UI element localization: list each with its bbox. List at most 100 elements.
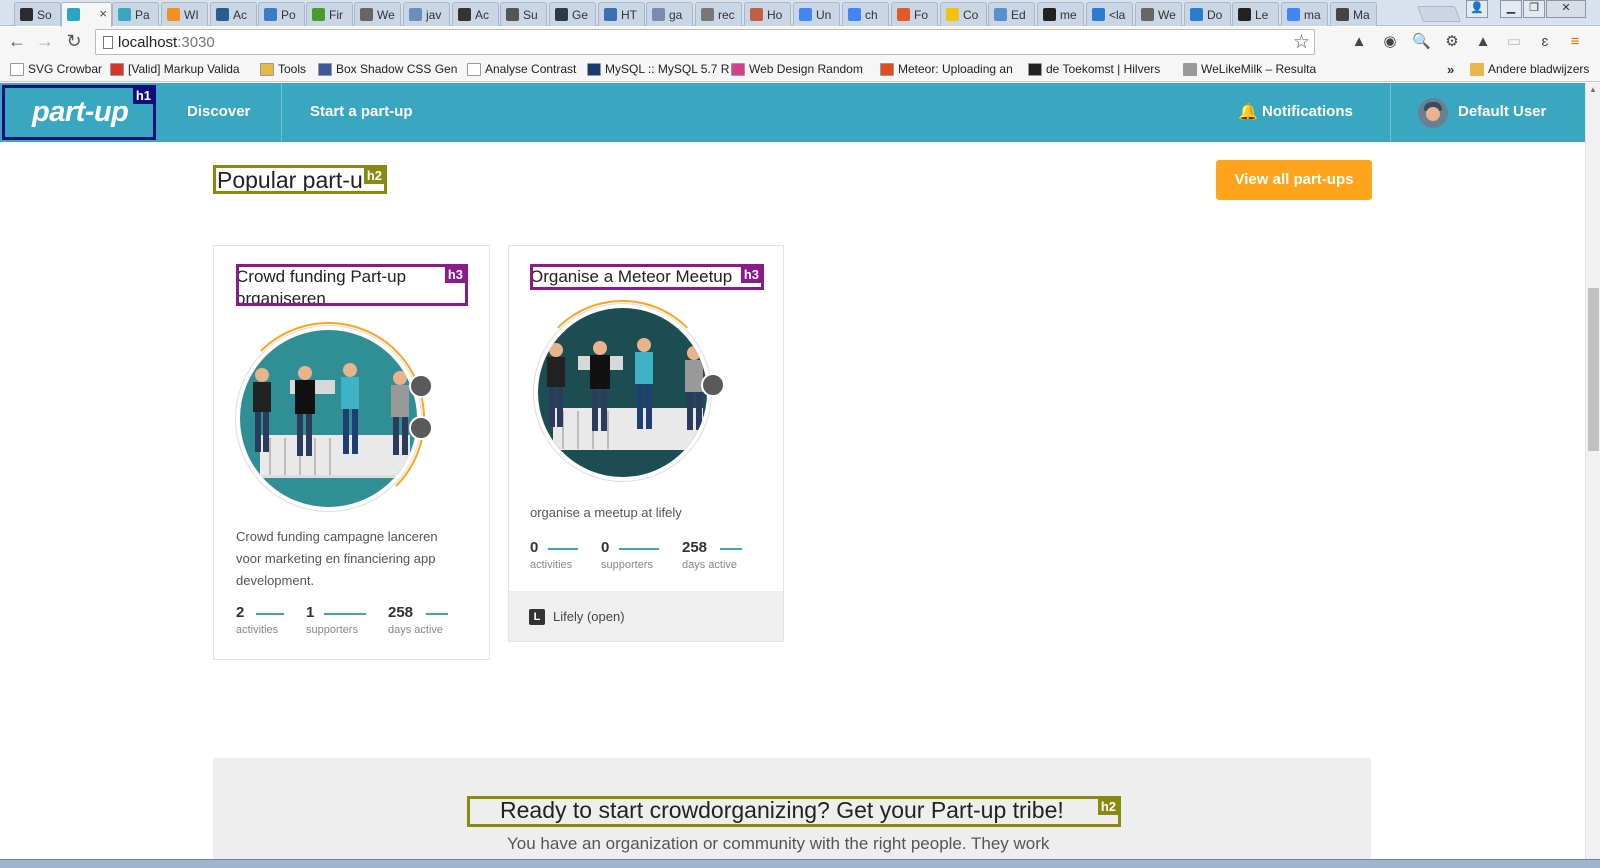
avatar[interactable] — [1418, 98, 1448, 128]
browser-tab[interactable]: ch — [842, 2, 889, 26]
browser-tab[interactable]: So — [14, 2, 61, 26]
tab-label: Po — [281, 8, 296, 22]
supporter-avatar[interactable] — [409, 374, 433, 398]
bookmark-item[interactable]: Analyse Contrast — [467, 62, 576, 76]
browser-tab[interactable]: jav — [403, 2, 450, 26]
notifications-link[interactable]: Notifications — [1262, 103, 1353, 120]
tab-label: ch — [865, 8, 878, 22]
gear-extension-icon[interactable]: ⚙ — [1443, 33, 1461, 51]
browser-tab[interactable]: × — [61, 2, 112, 27]
browser-tab[interactable]: Fo — [891, 2, 938, 26]
address-bar[interactable]: localhost:3030 ☆ — [95, 29, 1315, 55]
browser-tab[interactable]: Ma — [1330, 2, 1377, 26]
reload-icon[interactable]: ↻ — [63, 31, 85, 52]
bookmark-item[interactable]: MySQL :: MySQL 5.7 R — [587, 62, 729, 76]
scroll-thumb[interactable] — [1588, 288, 1599, 451]
bookmark-icon — [260, 63, 274, 76]
extension-icon[interactable]: ɛ — [1536, 33, 1554, 51]
browser-tab[interactable]: Do — [1184, 2, 1231, 26]
supporter-avatar[interactable] — [409, 416, 433, 440]
os-taskbar — [0, 859, 1600, 868]
new-tab-button[interactable] — [1417, 6, 1461, 22]
bookmark-item[interactable]: Web Design Random — [731, 62, 863, 76]
tab-label: ga — [669, 8, 683, 22]
stat-label: supporters — [601, 559, 653, 571]
back-icon[interactable]: ← — [6, 31, 28, 52]
partup-card[interactable]: Crowd funding Part-up organiseren h3 Cro… — [213, 245, 490, 660]
bookmarks-overflow-icon[interactable]: » — [1447, 62, 1454, 77]
browser-tab[interactable]: Po — [258, 2, 305, 26]
organization-name[interactable]: Lifely (open) — [553, 609, 625, 624]
browser-tab[interactable]: We — [354, 2, 401, 26]
url-text[interactable]: localhost:3030 — [118, 34, 215, 51]
tab-favicon-icon — [1190, 8, 1203, 21]
browser-tab[interactable]: Un — [793, 2, 840, 26]
user-profile-icon[interactable]: 👤 — [1466, 0, 1488, 18]
browser-tab[interactable]: Su — [500, 2, 547, 26]
logo-link[interactable]: part-up h1 — [2, 85, 156, 140]
browser-tab[interactable]: Pa — [112, 2, 159, 26]
bookmark-item[interactable]: Meteor: Uploading an — [880, 62, 1013, 76]
forward-icon[interactable]: → — [34, 31, 56, 52]
organization-logo-icon: L — [529, 609, 545, 625]
card-title[interactable]: Organise a Meteor Meetup — [533, 267, 732, 287]
stat-line — [548, 548, 578, 550]
browser-tab[interactable]: ga — [646, 2, 693, 26]
card-organization[interactable]: L Lifely (open) — [509, 591, 783, 641]
disabled-extension-icon[interactable]: ▭ — [1505, 33, 1523, 51]
supporter-avatar[interactable] — [701, 373, 725, 397]
card-title[interactable]: Crowd funding Part-up organiseren — [239, 267, 436, 303]
scroll-up-icon[interactable]: ▲ — [1589, 85, 1597, 94]
close-window-button[interactable]: ✕ — [1546, 0, 1586, 18]
browser-tab[interactable]: rec — [695, 2, 742, 26]
menu-icon[interactable]: ≡ — [1566, 33, 1584, 51]
nav-start-partup[interactable]: Start a part-up — [310, 103, 413, 120]
user-menu[interactable]: Default User — [1458, 103, 1546, 120]
bookmark-label: Box Shadow CSS Gen — [336, 62, 458, 76]
page-scrollbar[interactable]: ▲ — [1585, 83, 1600, 859]
browser-tab[interactable]: Ed — [988, 2, 1035, 26]
browser-tab[interactable]: Fir — [306, 2, 353, 26]
minimize-button[interactable]: ▁ — [1500, 0, 1522, 18]
bookmark-item[interactable]: Box Shadow CSS Gen — [318, 62, 457, 76]
stat-activities: 0 activities — [530, 539, 578, 571]
drive-extension-icon[interactable]: ▲ — [1350, 33, 1368, 51]
close-tab-icon[interactable]: × — [99, 6, 107, 21]
bookmark-label: de Toekomst | Hilvers — [1046, 62, 1161, 76]
view-all-button[interactable]: View all part-ups — [1216, 160, 1372, 200]
bookmark-item[interactable]: [Valid] Markup Valida — [110, 62, 240, 76]
browser-tab[interactable]: HT — [598, 2, 645, 26]
browser-tab[interactable]: WI — [161, 2, 208, 26]
maximize-button[interactable]: ❐ — [1523, 0, 1545, 18]
browser-tab[interactable]: Co — [940, 2, 987, 26]
browser-tab[interactable]: Ac — [452, 2, 499, 26]
eye-extension-icon[interactable]: ◉ — [1381, 33, 1399, 51]
other-bookmarks-folder[interactable]: Andere bladwijzers — [1470, 62, 1589, 76]
tab-favicon-icon — [167, 8, 180, 21]
nav-discover[interactable]: Discover — [187, 103, 250, 120]
bookmark-icon — [467, 63, 481, 76]
browser-tab[interactable]: Ho — [744, 2, 791, 26]
site-header: part-up h1 Discover Start a part-up 🔔 No… — [0, 83, 1585, 142]
browser-tab[interactable]: We — [1135, 2, 1182, 26]
tab-label: Ed — [1011, 8, 1026, 22]
bookmark-item[interactable]: WeLikeMilk – Resulta — [1183, 62, 1316, 76]
bookmark-item[interactable]: de Toekomst | Hilvers — [1028, 62, 1160, 76]
bell-icon[interactable]: 🔔 — [1238, 102, 1258, 122]
bookmark-star-icon[interactable]: ☆ — [1293, 31, 1310, 54]
browser-tab[interactable]: <la — [1086, 2, 1133, 26]
tab-label: Fo — [914, 8, 929, 22]
partup-card[interactable]: Organise a Meteor Meetup h3 organise a m… — [508, 245, 784, 642]
browser-tab[interactable]: ma — [1281, 2, 1328, 26]
heading-badge-h2: h2 — [363, 168, 384, 184]
browser-tab[interactable]: Ge — [549, 2, 596, 26]
bookmark-item[interactable]: SVG Crowbar — [10, 62, 102, 76]
stat-supporters: 0 supporters — [601, 539, 659, 571]
stat-line — [256, 613, 284, 615]
browser-tab[interactable]: Ac — [210, 2, 257, 26]
bookmark-item[interactable]: Tools — [260, 62, 306, 76]
browser-tab[interactable]: Le — [1232, 2, 1279, 26]
inspect-extension-icon[interactable]: 🔍 — [1412, 33, 1431, 51]
browser-tab[interactable]: me — [1037, 2, 1084, 26]
axe-extension-icon[interactable]: ▲ — [1474, 33, 1492, 51]
